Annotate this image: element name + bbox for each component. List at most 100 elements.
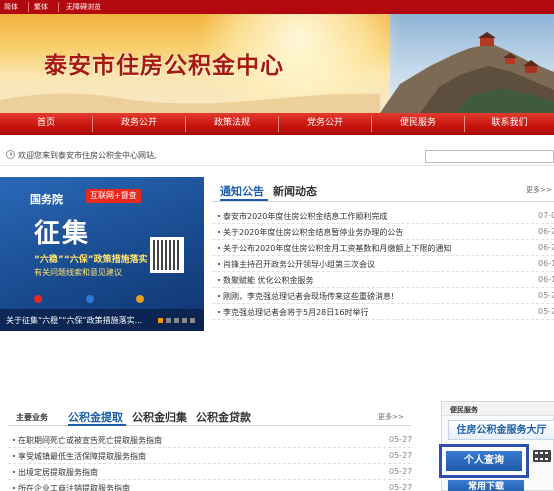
list-item[interactable]: 肖锋主持召开政务公开领导小组第三次会议 06-1 [212,257,554,272]
list-item-date: 06-2 [538,227,554,236]
business-tabs: 主要业务 公积金提取 公积金归集 公积金贷款 更多>> [8,405,411,426]
tab-loans[interactable]: 公积金贷款 [196,409,251,425]
personal-query-button[interactable]: 个人查询 [446,451,522,471]
list-item-title[interactable]: 数聚赋能 优化公积金服务 [223,275,314,286]
list-item-date: 06-1 [538,259,554,268]
list-item-title[interactable]: 所在企业工商注销提取服务指南 [18,483,130,491]
bullet-icon [218,279,220,281]
bullet-icon [13,471,15,473]
business-section-label: 主要业务 [16,413,48,422]
list-item-title[interactable]: 享受城镇最低生活保障提取服务指南 [18,451,146,462]
list-item[interactable]: 关于公布2020年度住房公积金月工资基数和月缴额上下限的通知 06-2 [212,241,554,256]
list-item-title[interactable]: 李克强总理记者会将于5月28日16时举行 [223,307,368,318]
list-item-date: 05-2 [538,291,554,300]
slide-dot-3[interactable] [174,318,179,323]
list-item[interactable]: 在职期间死亡或被宣告死亡提取服务指南 05-27 [8,433,413,448]
list-item-date: 06-2 [538,243,554,252]
active-tab-indicator [68,424,126,426]
nav-item-home[interactable]: 首页 [0,113,92,135]
site-title: 泰安市住房公积金中心 [44,53,284,79]
active-tab-indicator [220,199,268,201]
slide-dot-5[interactable] [190,318,195,323]
tab-collection[interactable]: 公积金归集 [132,409,187,425]
list-item-date: 05-27 [389,483,413,491]
logo-icon [86,295,94,303]
bullet-icon [218,295,220,297]
slide-dot-2[interactable] [166,318,171,323]
feature-gov-label: 国务院 [30,193,63,206]
list-item[interactable]: 出境定居提取服务指南 05-27 [8,465,413,480]
welcome-bar: 欢迎您来到泰安市住房公积金中心网站, [0,146,554,166]
divider [58,2,59,12]
service-panel-header: 便民服务 [442,402,554,416]
list-item-title[interactable]: 在职期间死亡或被宣告死亡提取服务指南 [18,435,162,446]
bullet-icon [218,247,220,249]
list-item-title[interactable]: 刚刚，李克强总理记者会现场传来这些重磅消息! [223,291,394,302]
list-item-title[interactable]: 泰安市2020年度住房公积金结息工作顺利完成 [223,211,387,222]
feature-caption[interactable]: 关于征集“六稳”“六保”政策措施落实... [6,315,142,326]
business-more-link[interactable]: 更多>> [378,412,404,422]
header-banner: 泰安市住房公积金中心 [0,14,554,113]
top-utility-bar: 简体 繁体 无障碍浏览 [0,0,554,14]
downloads-button[interactable]: 常用下载 [448,480,524,491]
feature-policy-text: “六稳”“六保”政策措施落实 [34,255,148,265]
video-icon [533,450,551,462]
list-item-title[interactable]: 关于2020年度住房公积金结息暂停业务办理的公告 [223,227,403,238]
list-item-date: 06-1 [538,275,554,284]
feature-tag: 互联网+督查 [86,189,141,203]
bullet-icon [218,215,220,217]
bullet-icon [218,231,220,233]
nav-item-services[interactable]: 便民服务 [372,113,464,135]
list-item[interactable]: 所在企业工商注销提取服务指南 05-27 [8,481,413,491]
bullet-icon [13,439,15,441]
speaker-icon [6,150,15,159]
bullet-icon [13,487,15,489]
bullet-icon [13,455,15,457]
bullet-icon [218,311,220,313]
list-item-title[interactable]: 出境定居提取服务指南 [18,467,98,478]
nav-item-government-affairs[interactable]: 政务公开 [93,113,185,135]
tab-withdrawal[interactable]: 公积金提取 [68,409,123,425]
simplified-chinese-link[interactable]: 简体 [4,2,18,12]
feature-subline: 有关问题线索和意见建议 [34,268,122,277]
feature-headline: 征集 [34,219,91,249]
feature-slideshow[interactable]: 国务院 互联网+督查 征集 “六稳”“六保”政策措施落实 有关问题线索和意见建议… [0,177,204,331]
list-item[interactable]: 享受城镇最低生活保障提取服务指南 05-27 [8,449,413,464]
nav-item-contact[interactable]: 联系我们 [465,113,554,135]
list-item-title[interactable]: 关于公布2020年度住房公积金月工资基数和月缴额上下限的通知 [223,243,451,254]
list-item[interactable]: 关于2020年度住房公积金结息暂停业务办理的公告 06-2 [212,225,554,240]
list-item[interactable]: 泰安市2020年度住房公积金结息工作顺利完成 07-0 [212,209,554,224]
bullet-icon [218,263,220,265]
nav-item-policies[interactable]: 政策法规 [186,113,278,135]
notice-more-link[interactable]: 更多>> [526,185,552,195]
tab-news[interactable]: 新闻动态 [273,183,317,199]
list-item-date: 05-27 [389,435,413,444]
service-hall-button[interactable]: 住房公积金服务大厅 [448,420,554,440]
nav-item-party-affairs[interactable]: 党务公开 [279,113,371,135]
welcome-marquee: 欢迎您来到泰安市住房公积金中心网站, [18,151,157,160]
list-item[interactable]: 李克强总理记者会将于5月28日16时举行 05-2 [212,305,554,320]
personal-query-highlight: 个人查询 [439,444,529,478]
sponsor-logos [34,295,184,305]
slide-dot-1[interactable] [158,318,163,323]
main-nav: 首页 政务公开 政策法规 党务公开 便民服务 联系我们 [0,113,554,135]
qr-code-icon [150,237,184,273]
service-panel-title: 便民服务 [450,406,478,414]
search-input[interactable] [425,150,554,163]
list-item-title[interactable]: 肖锋主持召开政务公开领导小组第三次会议 [223,259,375,270]
logo-icon [34,295,42,303]
logo-icon [136,295,144,303]
divider [28,2,29,12]
list-item-date: 05-27 [389,451,413,460]
list-item-date: 05-2 [538,307,554,316]
notice-tabs: 通知公告 新闻动态 更多>> [212,177,554,202]
list-item-date: 05-27 [389,467,413,476]
accessibility-link[interactable]: 无障碍浏览 [66,2,101,12]
tab-notices[interactable]: 通知公告 [220,183,264,199]
list-item[interactable]: 数聚赋能 优化公积金服务 06-1 [212,273,554,288]
traditional-chinese-link[interactable]: 繁体 [34,2,48,12]
list-item[interactable]: 刚刚，李克强总理记者会现场传来这些重磅消息! 05-2 [212,289,554,304]
list-item-date: 07-0 [538,211,554,220]
slide-dot-4[interactable] [182,318,187,323]
service-panel: 便民服务 住房公积金服务大厅 个人查询 常用下载 [439,401,554,491]
